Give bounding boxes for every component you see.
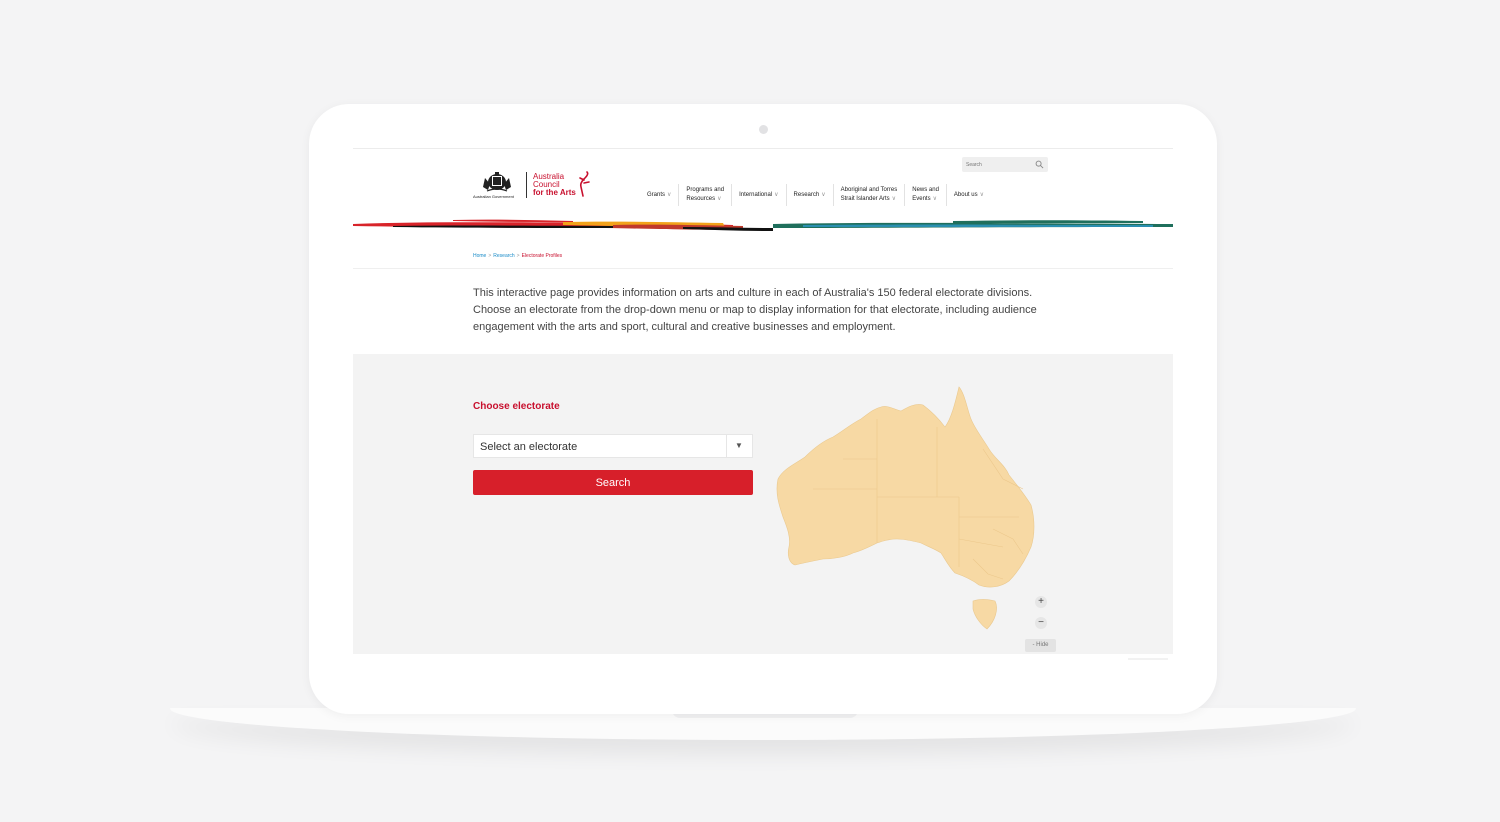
chevron-down-icon: ∨	[979, 191, 985, 198]
main-nav: Grants ∨ Programs and Resources ∨ Internati…	[640, 184, 991, 206]
nav-grants[interactable]: Grants ∨	[640, 184, 680, 206]
chevron-down-icon: ∨	[774, 191, 779, 198]
electorate-select[interactable]: Select an electorate ▼	[473, 434, 753, 458]
nav-programs-and-resources[interactable]: Programs and Resources ∨	[679, 184, 733, 206]
site-logo[interactable]: Australian Government Australia Council …	[473, 170, 593, 202]
chevron-down-icon: ∨	[932, 196, 937, 202]
camera-dot	[759, 125, 768, 134]
search-icon[interactable]	[1035, 160, 1044, 169]
nav-label: Programs and Resources ∨	[686, 186, 724, 204]
select-toggle[interactable]: ▼	[726, 435, 752, 457]
browser-screen: Australian Government Australia Council …	[353, 148, 1173, 662]
logo-line-3: for the Arts	[533, 188, 576, 197]
nav-label-line-1: News and	[912, 187, 939, 193]
breadcrumb-separator: >	[516, 253, 520, 259]
breadcrumb-home[interactable]: Home	[473, 253, 486, 259]
nav-label: International	[739, 191, 773, 198]
australia-map[interactable]	[773, 379, 1043, 634]
council-name: Australia Council for the Arts	[533, 173, 576, 197]
nav-news-and-events[interactable]: News and Events ∨	[905, 184, 947, 206]
nav-aboriginal-arts[interactable]: Aboriginal and Torres Strait Islander Art…	[834, 184, 906, 206]
dropdown-arrow-icon: ▼	[735, 441, 743, 450]
top-divider	[353, 148, 1173, 149]
chevron-down-icon: ∨	[717, 196, 722, 202]
breadcrumb-current: Electorate Profiles	[521, 253, 563, 259]
nav-label-line-1: Programs and	[686, 187, 725, 193]
content-divider	[353, 268, 1173, 269]
chevron-down-icon: ∨	[821, 191, 826, 198]
nav-research[interactable]: Research ∨	[787, 184, 834, 206]
nav-label: Aboriginal and Torres Strait Islander Art…	[841, 186, 898, 204]
nav-label: Research	[793, 191, 820, 198]
intro-paragraph: This interactive page provides informati…	[473, 287, 1037, 333]
nav-label: About us	[953, 191, 978, 198]
breadcrumb-research[interactable]: Research	[493, 253, 514, 259]
nav-about-us[interactable]: About us ∨	[947, 184, 991, 206]
logo-divider	[526, 172, 527, 198]
breadcrumb: Home > Research > Electorate Profiles	[473, 253, 562, 259]
scroll-indicator	[1128, 658, 1168, 660]
choose-electorate-heading: Choose electorate	[473, 401, 560, 412]
search-button[interactable]: Search	[473, 470, 753, 495]
breadcrumb-separator: >	[488, 253, 492, 259]
zoom-out-button[interactable]: −	[1035, 617, 1047, 629]
nav-label: News and Events ∨	[912, 186, 939, 204]
brush-stroke-banner	[353, 219, 1173, 231]
site-search[interactable]	[962, 157, 1048, 172]
nav-label: Grants	[647, 191, 666, 198]
select-value: Select an electorate	[480, 441, 578, 453]
zoom-in-button[interactable]: +	[1035, 596, 1047, 608]
government-label: Australian Government	[473, 194, 514, 199]
nav-label-line-2: Events	[912, 196, 931, 202]
map-mainland[interactable]	[776, 386, 1035, 588]
electorate-panel: Choose electorate Select an electorate ▼…	[353, 354, 1173, 654]
nav-label-line-2: Strait Islander Arts	[840, 196, 890, 202]
map-tasmania[interactable]	[972, 599, 997, 630]
hide-controls-button[interactable]: - Hide	[1025, 639, 1056, 652]
nav-label-line-2: Resources	[686, 196, 716, 202]
chevron-down-icon: ∨	[667, 191, 672, 198]
dancer-figure-icon	[579, 171, 590, 197]
nav-international[interactable]: International ∨	[732, 184, 787, 206]
nav-label-line-1: Aboriginal and Torres	[840, 187, 898, 193]
chevron-down-icon: ∨	[891, 196, 897, 202]
search-input[interactable]	[962, 157, 1040, 172]
